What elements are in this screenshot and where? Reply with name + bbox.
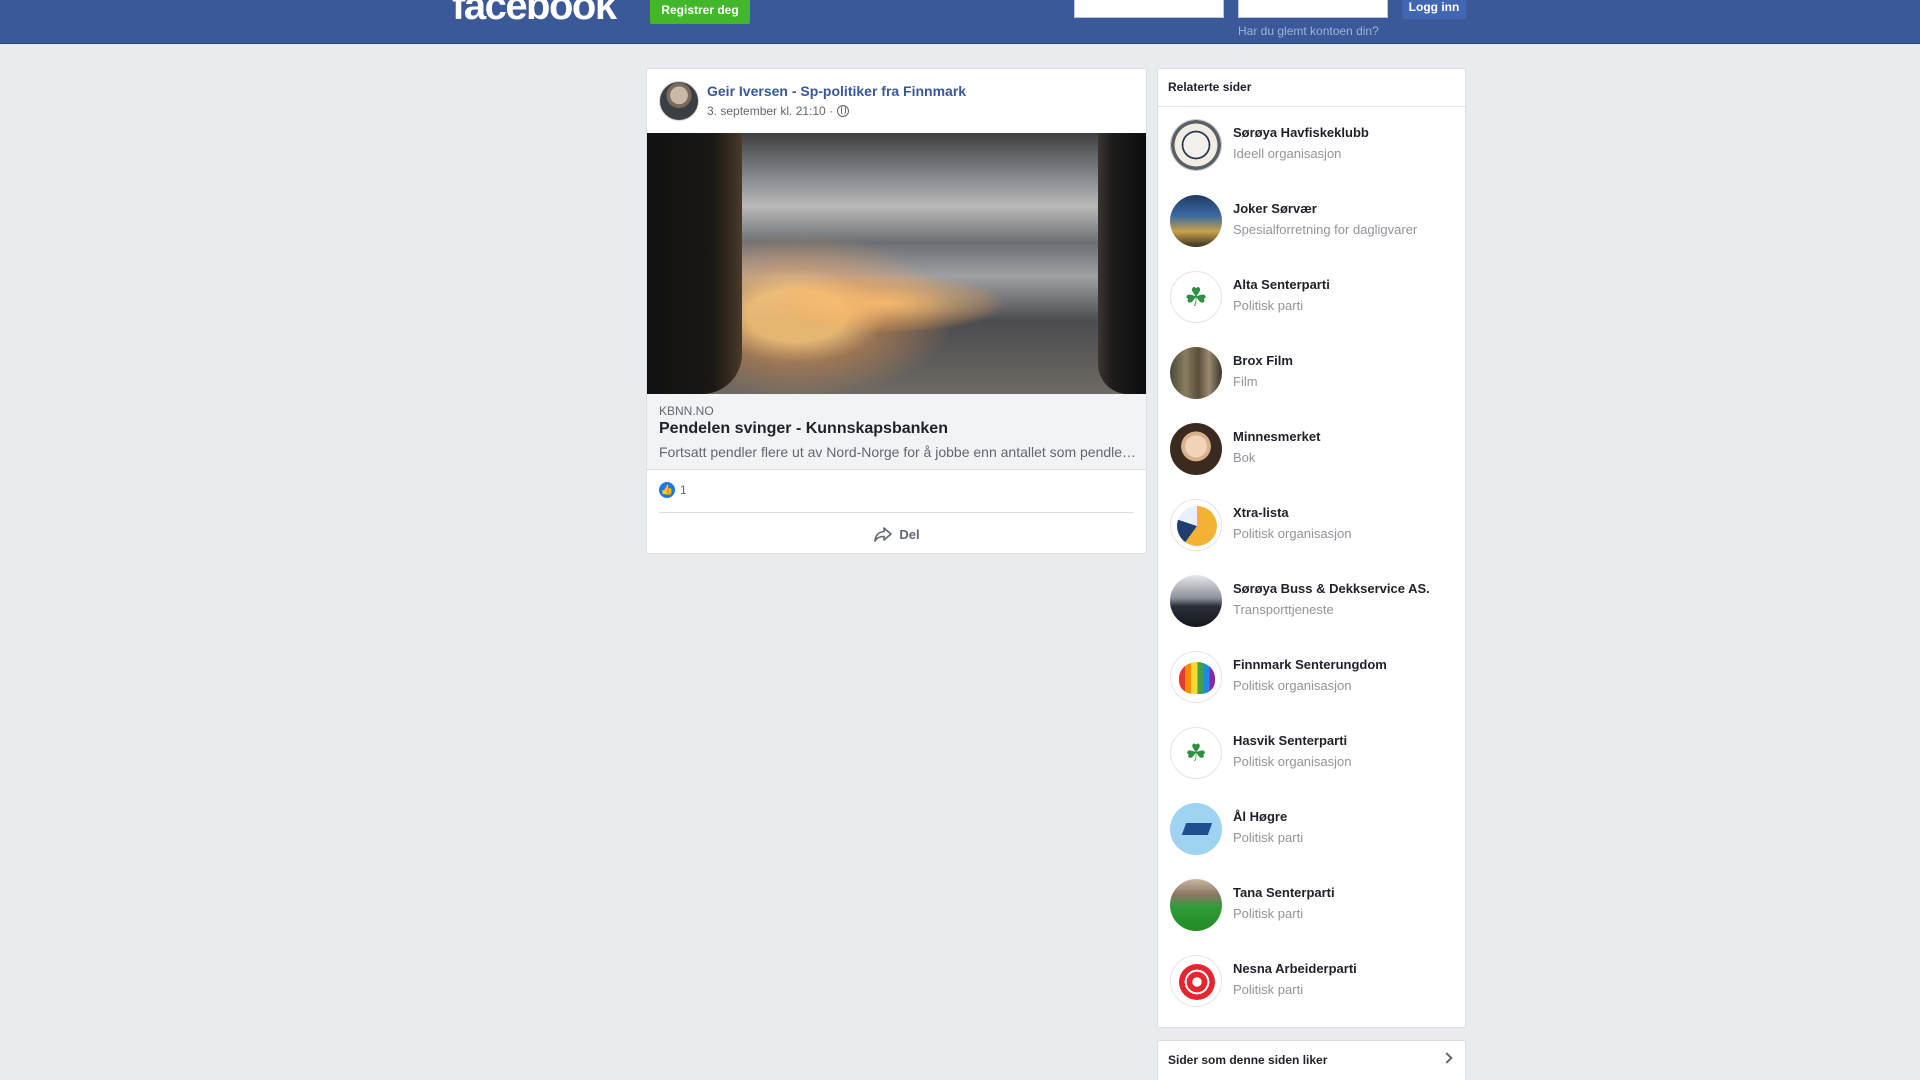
page-name[interactable]: Ål Høgre (1233, 809, 1287, 824)
page-name[interactable]: Hasvik Senterparti (1233, 733, 1347, 748)
link-preview[interactable]: KBNN.NO Pendelen svinger - Kunnskapsbank… (647, 394, 1146, 470)
post-author-link[interactable]: Geir Iversen - Sp-politiker fra Finnmark (707, 83, 966, 99)
page-name[interactable]: Joker Sørvær (1233, 201, 1317, 216)
page-category: Transporttjeneste (1233, 602, 1334, 617)
page-name[interactable]: Minnesmerket (1233, 429, 1320, 444)
related-page-item[interactable]: Sørøya Havfiskeklubb Ideell organisasjon (1170, 119, 1460, 175)
page-category: Politisk organisasjon (1233, 678, 1352, 693)
page-avatar[interactable] (1170, 499, 1222, 551)
like-icon: 👍 (659, 482, 675, 498)
link-preview-image[interactable] (647, 133, 1146, 394)
related-pages-title: Relaterte sider (1158, 69, 1465, 107)
page-category: Politisk parti (1233, 830, 1304, 845)
top-bar: facebook Registrer deg Logg inn Har du g… (0, 0, 1920, 44)
related-page-item[interactable]: Xtra-lista Politisk organisasjon (1170, 499, 1460, 555)
related-page-item[interactable]: Minnesmerket Bok (1170, 423, 1460, 479)
like-count: 1 (680, 483, 687, 497)
liked-pages-section[interactable]: Sider som denne siden liker (1157, 1040, 1466, 1080)
page-name[interactable]: Xtra-lista (1233, 505, 1289, 520)
page-category: Film (1233, 374, 1258, 389)
page-name[interactable]: Finnmark Senterungdom (1233, 657, 1387, 672)
page-category: Politisk organisasjon (1233, 754, 1352, 769)
reactions-summary[interactable]: 👍 1 (659, 482, 687, 498)
chevron-right-icon[interactable] (1441, 1052, 1453, 1064)
page-category: Politisk parti (1233, 906, 1304, 921)
email-input[interactable] (1074, 0, 1224, 18)
heart-icon[interactable] (1170, 651, 1222, 703)
facebook-logo[interactable]: facebook (452, 0, 617, 26)
register-button[interactable]: Registrer deg (650, 0, 750, 24)
link-title: Pendelen svinger - Kunnskapsbanken (659, 420, 948, 437)
divider (659, 512, 1134, 513)
page-category: Spesialforretning for dagligvarer (1233, 222, 1418, 237)
page-avatar[interactable] (1170, 423, 1222, 475)
page-name[interactable]: Tana Senterparti (1233, 885, 1335, 900)
related-page-item[interactable]: Ål Høgre Politisk parti (1170, 803, 1460, 859)
post-card: Geir Iversen - Sp-politiker fra Finnmark… (646, 68, 1147, 554)
page-avatar[interactable] (1170, 575, 1222, 627)
login-button[interactable]: Logg inn (1402, 0, 1466, 19)
related-page-item[interactable]: Sørøya Buss & Dekkservice AS. Transportt… (1170, 575, 1460, 631)
globe-icon (837, 105, 850, 117)
related-page-item[interactable]: Finnmark Senterungdom Politisk organisas… (1170, 651, 1460, 707)
page-category: Politisk organisasjon (1233, 526, 1352, 541)
liked-pages-title: Sider som denne siden liker (1168, 1053, 1328, 1067)
related-page-item[interactable]: Nesna Arbeiderparti Politisk parti (1170, 955, 1460, 1011)
image-window-frame-right (1098, 133, 1146, 394)
related-page-item[interactable]: ☘ Alta Senterparti Politisk parti (1170, 271, 1460, 327)
author-avatar[interactable] (659, 81, 699, 121)
timestamp-text: 3. september kl. 21:10 · (707, 104, 834, 118)
share-button[interactable]: Del (647, 517, 1146, 551)
page-name[interactable]: Alta Senterparti (1233, 277, 1330, 292)
link-domain: KBNN.NO (659, 404, 714, 418)
share-label: Del (899, 526, 920, 542)
related-page-item[interactable]: ☘ Hasvik Senterparti Politisk organisasj… (1170, 727, 1460, 783)
clover-icon[interactable]: ☘ (1170, 271, 1222, 323)
page-avatar[interactable] (1170, 803, 1222, 855)
share-icon (874, 527, 893, 542)
page-name[interactable]: Nesna Arbeiderparti (1233, 961, 1357, 976)
related-page-item[interactable]: Brox Film Film (1170, 347, 1460, 403)
clover-icon[interactable]: ☘ (1170, 727, 1222, 779)
page-name[interactable]: Brox Film (1233, 353, 1293, 368)
page-category: Ideell organisasjon (1233, 146, 1342, 161)
page-category: Politisk parti (1233, 982, 1304, 997)
page-name[interactable]: Sørøya Buss & Dekkservice AS. (1233, 581, 1430, 596)
rose-icon[interactable] (1170, 955, 1222, 1007)
image-sunlight (767, 273, 1007, 333)
page-avatar[interactable] (1170, 879, 1222, 931)
page-category: Bok (1233, 450, 1256, 465)
page-avatar[interactable] (1170, 347, 1222, 399)
password-input[interactable] (1238, 0, 1388, 18)
related-pages-panel: Relaterte sider Sørøya Havfiskeklubb Ide… (1157, 68, 1466, 1028)
page-name[interactable]: Sørøya Havfiskeklubb (1233, 125, 1369, 140)
post-timestamp[interactable]: 3. september kl. 21:10 · (707, 104, 850, 118)
forgot-account-link[interactable]: Har du glemt kontoen din? (1238, 24, 1379, 38)
link-description: Fortsatt pendler flere ut av Nord-Norge … (659, 444, 1139, 460)
related-page-item[interactable]: Joker Sørvær Spesialforretning for dagli… (1170, 195, 1460, 251)
related-page-item[interactable]: Tana Senterparti Politisk parti (1170, 879, 1460, 935)
page-avatar[interactable] (1170, 119, 1222, 171)
page-avatar[interactable] (1170, 195, 1222, 247)
page-category: Politisk parti (1233, 298, 1304, 313)
image-window-frame-left (647, 133, 742, 394)
